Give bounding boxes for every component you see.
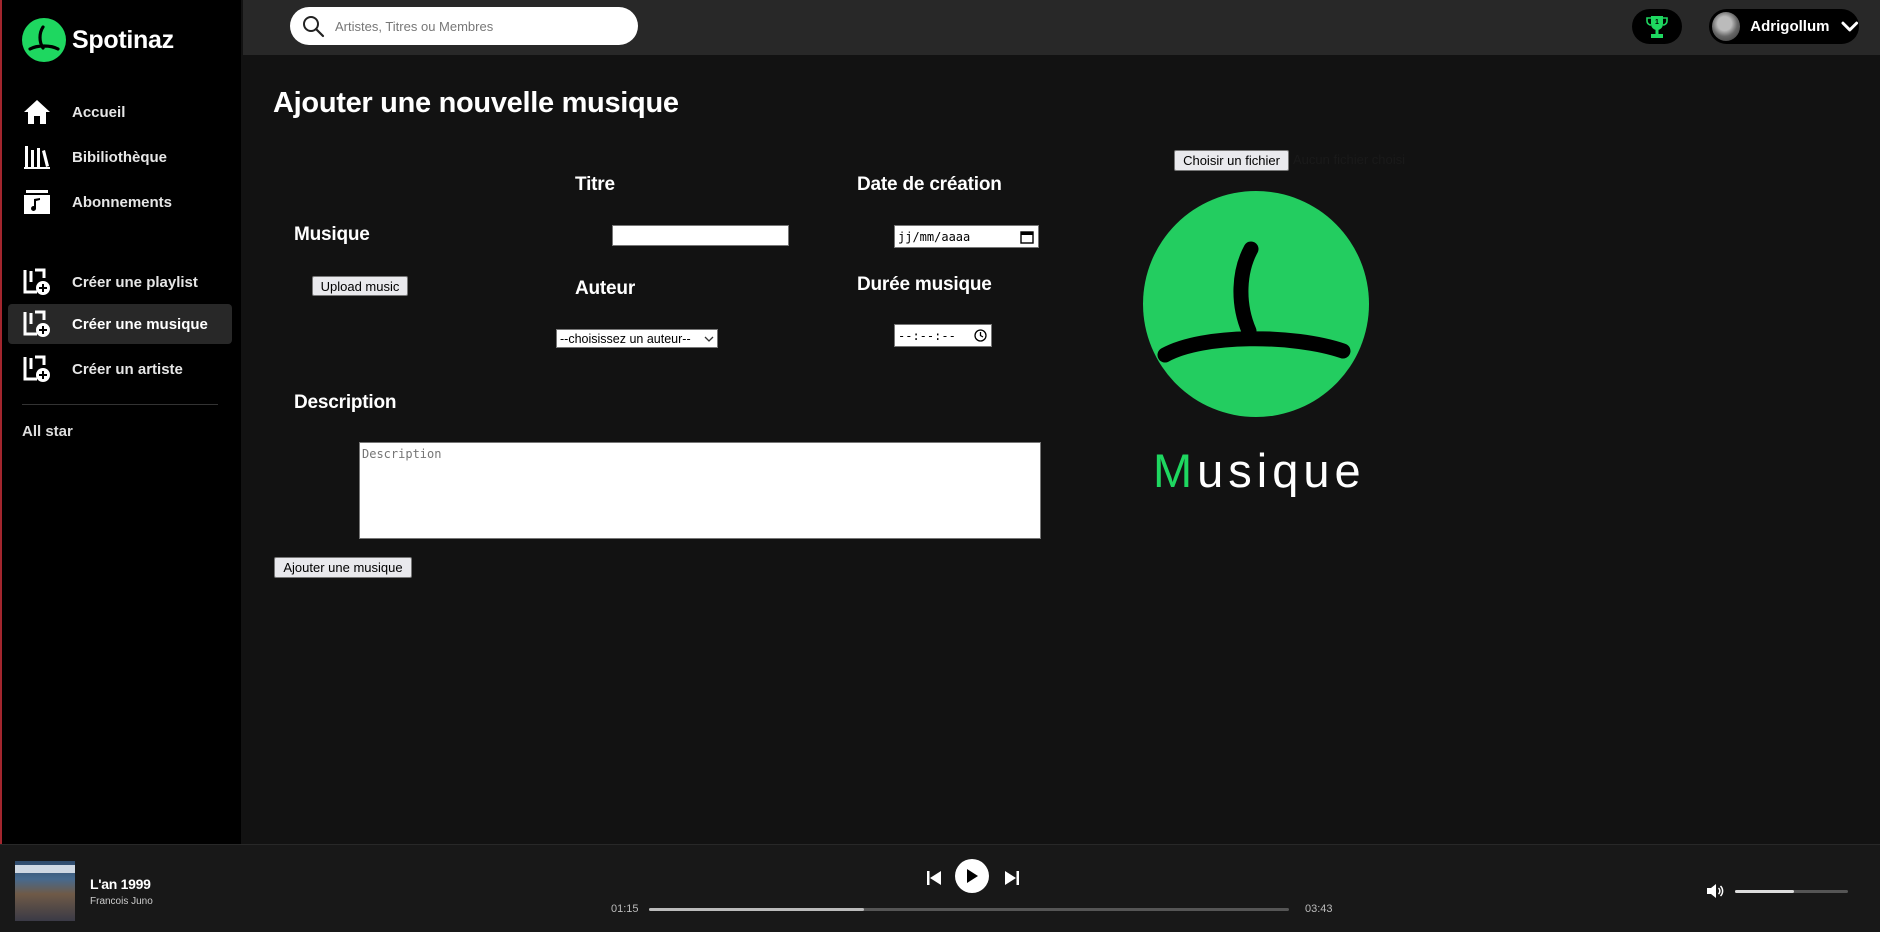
- sidebar: Spotinaz Accueil Bibiliothèque Abonnemen…: [0, 0, 241, 844]
- label-musique: Musique: [294, 224, 370, 245]
- avatar: [1712, 12, 1741, 41]
- svg-text:1: 1: [1655, 19, 1659, 26]
- label-description: Description: [294, 392, 397, 413]
- auteur-select[interactable]: --choisissez un auteur--: [556, 329, 718, 348]
- player-bar: L'an 1999 Francois Juno 01:15 03:43: [0, 844, 1880, 932]
- clock-icon: [974, 329, 987, 342]
- sidebar-item-accueil[interactable]: Accueil: [8, 92, 232, 132]
- description-textarea[interactable]: Description: [359, 442, 1041, 539]
- library-icon: [22, 142, 52, 172]
- chevron-down-icon: [1841, 21, 1859, 31]
- calendar-icon: [1020, 230, 1034, 244]
- spotinaz-logo-icon: [1143, 191, 1369, 417]
- file-status-text: Aucun fichier choisi: [1293, 152, 1405, 167]
- label-duree-musique: Durée musique: [857, 274, 992, 295]
- spotinaz-logo-icon: [22, 18, 66, 62]
- skip-next-icon: [1005, 871, 1019, 885]
- home-icon: [22, 97, 52, 127]
- sidebar-item-label: Abonnements: [72, 193, 173, 211]
- sidebar-item-label: Accueil: [72, 103, 126, 121]
- sidebar-item-label: Créer une musique: [72, 315, 208, 333]
- search-icon: [303, 16, 325, 38]
- volume-slider[interactable]: [1735, 890, 1848, 893]
- add-collection-icon: [22, 354, 52, 384]
- volume-icon: [1707, 884, 1724, 898]
- user-menu[interactable]: Adrigollum: [1709, 9, 1859, 44]
- duree-input[interactable]: --:--:--: [894, 324, 992, 347]
- brand[interactable]: Spotinaz: [22, 18, 174, 62]
- sidebar-item-creer-musique[interactable]: Créer une musique: [8, 304, 232, 344]
- sidebar-divider: [22, 404, 218, 405]
- skip-previous-icon: [927, 871, 941, 885]
- volume-button[interactable]: [1705, 881, 1725, 901]
- label-titre: Titre: [575, 174, 615, 195]
- chevron-down-icon: [704, 336, 714, 342]
- next-button[interactable]: [1002, 868, 1022, 888]
- search-input[interactable]: [335, 18, 625, 34]
- music-note-icon: [22, 187, 52, 217]
- progress-bar[interactable]: [649, 908, 1289, 911]
- trophy-icon: 1: [1646, 15, 1668, 38]
- preview-label: Musique: [1153, 444, 1366, 497]
- sidebar-item-abonnements[interactable]: Abonnements: [8, 182, 232, 222]
- sidebar-item-bibliotheque[interactable]: Bibiliothèque: [8, 137, 232, 177]
- titre-input[interactable]: [612, 225, 789, 246]
- play-button[interactable]: [955, 859, 989, 893]
- time-current: 01:15: [611, 903, 639, 915]
- sidebar-item-label: Créer une playlist: [72, 273, 198, 291]
- progress-fill: [649, 908, 865, 911]
- volume-fill: [1735, 890, 1794, 893]
- submit-button[interactable]: Ajouter une musique: [274, 557, 412, 578]
- album-cover: [15, 861, 75, 921]
- sidebar-item-creer-playlist[interactable]: Créer une playlist: [8, 262, 232, 302]
- previous-button[interactable]: [924, 868, 944, 888]
- sidebar-item-label: Bibiliothèque: [72, 148, 167, 166]
- add-collection-icon: [22, 267, 52, 297]
- time-total: 03:43: [1305, 903, 1333, 915]
- trophy-button[interactable]: 1: [1632, 9, 1682, 44]
- sidebar-item-creer-artiste[interactable]: Créer un artiste: [8, 349, 232, 389]
- file-chooser-button[interactable]: Choisir un fichier: [1174, 150, 1289, 171]
- brand-name: Spotinaz: [72, 25, 174, 54]
- upload-music-button[interactable]: Upload music: [312, 276, 408, 296]
- sidebar-item-label: Créer un artiste: [72, 360, 183, 378]
- date-creation-input[interactable]: jj/mm/aaaa: [894, 225, 1039, 248]
- song-title[interactable]: L'an 1999: [90, 876, 151, 892]
- top-bar: 1 Adrigollum: [243, 0, 1880, 55]
- song-artist[interactable]: Francois Juno: [90, 896, 153, 907]
- page-title: Ajouter une nouvelle musique: [273, 87, 679, 119]
- label-date-creation: Date de création: [857, 174, 1002, 195]
- label-auteur: Auteur: [575, 278, 636, 299]
- play-icon: [967, 869, 978, 883]
- add-collection-icon: [22, 309, 52, 339]
- sidebar-item-all-star[interactable]: All star: [22, 423, 73, 440]
- user-name: Adrigollum: [1750, 18, 1830, 35]
- search-box[interactable]: [290, 7, 638, 45]
